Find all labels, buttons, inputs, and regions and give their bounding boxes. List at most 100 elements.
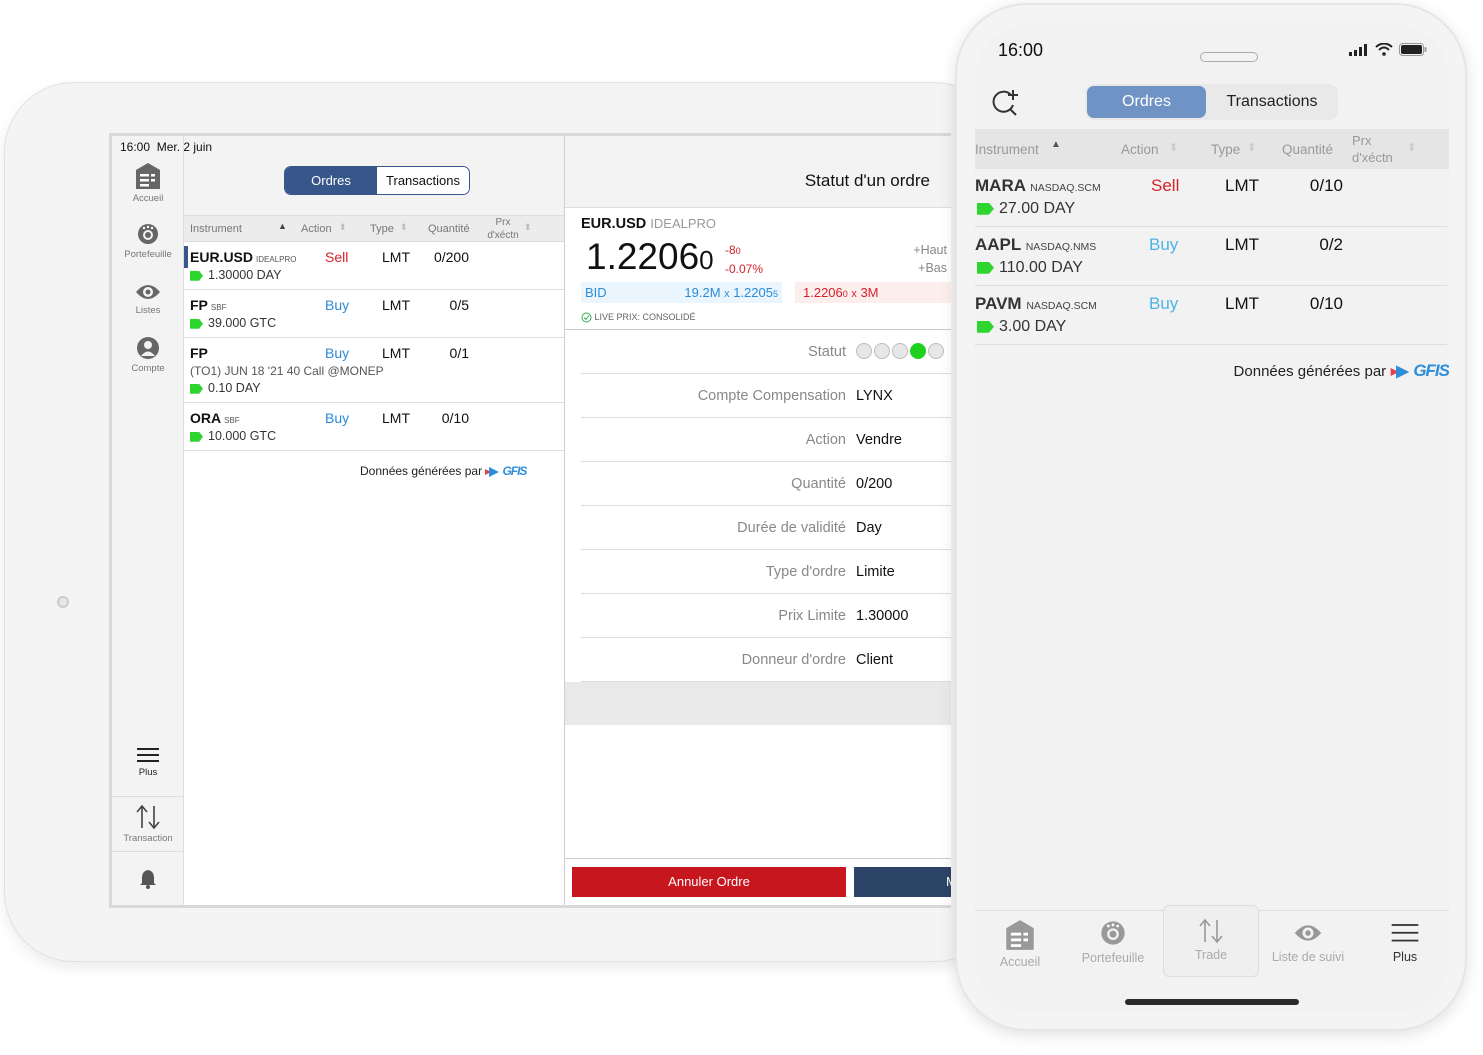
bid-price: 1.2205: [733, 285, 773, 300]
tabbar-item-liste-de-suivi[interactable]: Liste de suivi: [1263, 911, 1353, 964]
sidebar-item-listes[interactable]: Listes: [112, 282, 184, 316]
sidebar-more-button[interactable]: Plus: [112, 746, 184, 778]
sidebar-item-accueil[interactable]: Accueil: [112, 162, 184, 204]
order-action: Buy: [325, 345, 350, 361]
modify-order-button[interactable]: M: [854, 867, 951, 897]
sidebar-alerts-button[interactable]: [112, 869, 184, 892]
order-row[interactable]: ORA SBF Buy LMT 0/10 10.000 GTC: [184, 403, 564, 451]
sidebar-transaction-button[interactable]: Transaction: [112, 804, 184, 844]
high-label[interactable]: +Haut: [913, 241, 947, 259]
data-credit: Données générées par GFIS: [360, 464, 527, 478]
col-instrument[interactable]: Instrument: [190, 223, 242, 235]
tabbar-label: Liste de suivi: [1271, 950, 1345, 964]
gfis-logo: GFIS: [1413, 361, 1449, 380]
tabbar-item-portefeuille[interactable]: Portefeuille: [1068, 911, 1158, 965]
field-value: Vendre: [856, 432, 902, 448]
order-exchange: SBF: [224, 416, 240, 425]
order-qty: 0/2: [1319, 235, 1343, 254]
sort-icon: ⬍: [1247, 142, 1257, 154]
live-price-status: LIVE PRIX: CONSOLIDÉ: [581, 312, 696, 323]
order-row[interactable]: EUR.USD IDEALPRO Sell LMT 0/200 1.30000 D…: [184, 242, 564, 290]
tabbar-label: Accueil: [999, 955, 1041, 969]
order-action: Sell: [1151, 176, 1180, 195]
home-icon: [136, 163, 160, 189]
battery-icon: [1399, 43, 1427, 56]
tab-ordres[interactable]: Ordres: [1087, 86, 1206, 118]
order-row[interactable]: FP SBF Buy LMT 0/5 39.000 GTC: [184, 290, 564, 338]
order-exchange: NASDAQ.SCM: [1030, 182, 1101, 194]
search-add-icon[interactable]: [991, 87, 1021, 117]
sort-icon: ⬍: [339, 222, 347, 232]
tabbar-item-accueil[interactable]: Accueil: [975, 911, 1065, 969]
order-symbol: FP: [190, 297, 208, 313]
tag-icon: [977, 202, 994, 215]
home-indicator[interactable]: [1125, 999, 1299, 1005]
order-price-tif: 27.00 DAY: [999, 200, 1076, 217]
sidebar-divider: [112, 796, 184, 797]
col-instrument[interactable]: Instrument: [975, 142, 1039, 157]
order-row[interactable]: AAPL NASDAQ.NMS Buy LMT 0/2 110.00 DAY: [975, 228, 1447, 286]
check-circle-icon: [581, 312, 592, 323]
sidebar-item-label: Listes: [135, 305, 161, 316]
tab-ordres[interactable]: Ordres: [285, 167, 377, 194]
field-label: Action: [805, 432, 846, 448]
order-row[interactable]: PAVM NASDAQ.SCM Buy LMT 0/10 3.00 DAY: [975, 287, 1447, 345]
home-icon: [1006, 920, 1034, 950]
col-type[interactable]: Type: [370, 223, 394, 235]
empty-band: [565, 682, 951, 725]
order-type: LMT: [382, 410, 410, 426]
order-action: Buy: [325, 410, 350, 426]
tab-transactions[interactable]: Transactions: [377, 167, 469, 194]
detail-row: Durée de validité Day: [581, 506, 951, 550]
order-row[interactable]: MARA NASDAQ.SCM Sell LMT 0/10 27.00 DAY: [975, 169, 1447, 227]
detail-row: Donneur d'ordre Client: [581, 638, 951, 682]
col-quantite[interactable]: Quantité: [428, 223, 470, 235]
portfolio-icon: [138, 224, 158, 244]
order-price-tif: 1.30000 DAY: [208, 268, 282, 282]
sidebar-item-compte[interactable]: Compte: [112, 336, 184, 374]
col-type[interactable]: Type: [1211, 142, 1240, 157]
order-qty: 0/1: [449, 345, 469, 361]
high-low: +Haut +Bas: [913, 241, 947, 277]
order-symbol: MARA: [975, 176, 1026, 195]
field-value: Limite: [856, 564, 895, 580]
sort-icon: ⬍: [524, 222, 532, 232]
status-step: [874, 343, 890, 359]
gfis-logo-icon: [485, 466, 500, 477]
col-prix-execution[interactable]: Prx d'xéctn: [1352, 132, 1406, 166]
ask-value: 1.22060 x 3M: [803, 285, 879, 300]
sort-icon: ⬍: [1169, 142, 1179, 154]
ask-bar: 1.22060 x 3M: [795, 282, 951, 303]
sidebar-item-portefeuille[interactable]: Portefeuille: [112, 222, 184, 260]
tablet-sidebar: 16:00 Mer. 2 juin Accueil Portefeuille L…: [112, 136, 212, 905]
field-label: Durée de validité: [737, 520, 846, 536]
order-row[interactable]: FP Buy LMT 0/1 (TO1) JUN 18 '21 40 Call …: [184, 338, 564, 403]
col-action[interactable]: Action: [301, 223, 332, 235]
sidebar-transaction-label: Transaction: [123, 833, 173, 844]
change-pip: 0: [735, 246, 741, 256]
quote-change: -80 -0.07%: [725, 241, 763, 278]
field-label: Compte Compensation: [697, 388, 846, 404]
change-pct: -0.07%: [725, 262, 764, 276]
order-qty: 0/10: [1309, 294, 1343, 313]
tab-transactions[interactable]: Transactions: [1208, 86, 1336, 118]
order-symbol: PAVM: [975, 294, 1022, 313]
tag-icon: [977, 320, 994, 333]
tablet-screen: 16:00 Mer. 2 juin Accueil Portefeuille L…: [109, 133, 951, 908]
order-exchange: NASDAQ.SCM: [1026, 300, 1097, 312]
sidebar-item-label: Compte: [131, 363, 165, 374]
col-action[interactable]: Action: [1121, 142, 1159, 157]
cancel-order-button[interactable]: Annuler Ordre: [572, 867, 846, 897]
low-label[interactable]: +Bas: [913, 259, 947, 277]
tabbar-item-plus[interactable]: Plus: [1360, 911, 1449, 964]
order-symbol: FP: [190, 345, 208, 361]
sidebar-divider: [112, 851, 184, 852]
col-prix-execution[interactable]: Prx d'xéctn: [482, 216, 524, 242]
ask-pip: 0: [842, 289, 848, 299]
last-price-pip: 0: [699, 245, 714, 275]
tabbar-item-trade[interactable]: Trade: [1163, 905, 1259, 977]
col-quantite[interactable]: Quantité: [1282, 142, 1333, 157]
divider: [565, 858, 951, 859]
order-action: Buy: [1149, 235, 1179, 254]
detail-row: Action Vendre: [581, 418, 951, 462]
